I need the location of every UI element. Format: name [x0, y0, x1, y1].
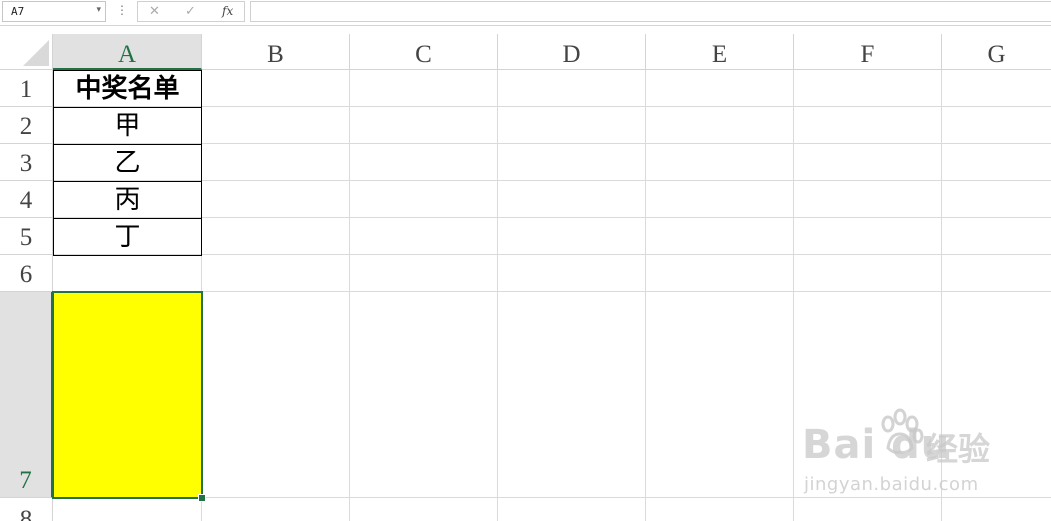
gridline — [53, 217, 1051, 218]
gridline — [645, 70, 646, 521]
watermark-logo-suffix: 经验 — [926, 430, 991, 468]
row-number-2: 2 — [19, 113, 33, 140]
gridline — [53, 106, 1051, 107]
gridline — [53, 254, 1051, 255]
cell-a4[interactable]: 丙 — [53, 181, 202, 219]
select-all-triangle-icon — [23, 40, 49, 66]
row-header-2[interactable]: 2 — [0, 107, 53, 144]
insert-function-icon[interactable]: fx — [222, 4, 233, 18]
column-header-e[interactable]: E — [646, 34, 794, 70]
row-number-4: 4 — [19, 187, 33, 214]
enter-icon[interactable]: ✓ — [185, 4, 196, 19]
row-header-1[interactable]: 1 — [0, 70, 53, 107]
column-header-f[interactable]: F — [794, 34, 942, 70]
row-number-3: 3 — [19, 150, 33, 177]
chevron-down-icon[interactable]: ▾ — [96, 5, 101, 15]
formula-bar: A7 ▾ ⋮ ✕ ✓ fx — [0, 0, 1051, 26]
cell-a1[interactable]: 中奖名单 — [53, 70, 202, 108]
column-header-b[interactable]: B — [202, 34, 350, 70]
watermark-url: jingyan.baidu.com — [804, 474, 979, 495]
gridline — [53, 143, 1051, 144]
formula-buttons: ✕ ✓ fx — [137, 1, 245, 22]
row-number-6: 6 — [19, 261, 33, 288]
gridline — [349, 70, 350, 521]
row-number-1: 1 — [19, 76, 33, 103]
row-header-4[interactable]: 4 — [0, 181, 53, 218]
cancel-icon[interactable]: ✕ — [149, 4, 160, 19]
more-options-icon[interactable]: ⋮ — [116, 3, 128, 17]
row-number-8: 8 — [19, 506, 33, 521]
column-header-d[interactable]: D — [498, 34, 646, 70]
column-header-a[interactable]: A — [53, 34, 202, 70]
row-header-7[interactable]: 7 — [0, 292, 53, 498]
cell-a3[interactable]: 乙 — [53, 144, 202, 182]
fill-handle[interactable] — [198, 494, 206, 502]
column-header-g[interactable]: G — [942, 34, 1051, 70]
selected-cell-a7[interactable] — [52, 291, 203, 499]
select-all-button[interactable] — [0, 34, 53, 70]
gridline — [793, 70, 794, 521]
name-box[interactable]: A7 ▾ — [2, 1, 106, 22]
row-header-6[interactable]: 6 — [0, 255, 53, 292]
baidu-jingyan-watermark: Bai du 经验 jingyan.baidu.com — [802, 408, 1002, 508]
cell-a5[interactable]: 丁 — [53, 218, 202, 256]
row-header-8[interactable]: 8 — [0, 498, 53, 521]
row-number-5: 5 — [19, 224, 33, 251]
paw-icon — [881, 408, 924, 454]
cell-a2[interactable]: 甲 — [53, 107, 202, 145]
gridline — [497, 70, 498, 521]
row-number-7: 7 — [19, 467, 32, 494]
formula-input[interactable] — [250, 1, 1051, 22]
name-box-value: A7 — [11, 5, 25, 18]
row-header-5[interactable]: 5 — [0, 218, 53, 255]
column-header-c[interactable]: C — [350, 34, 498, 70]
gridline — [53, 180, 1051, 181]
row-header-3[interactable]: 3 — [0, 144, 53, 181]
